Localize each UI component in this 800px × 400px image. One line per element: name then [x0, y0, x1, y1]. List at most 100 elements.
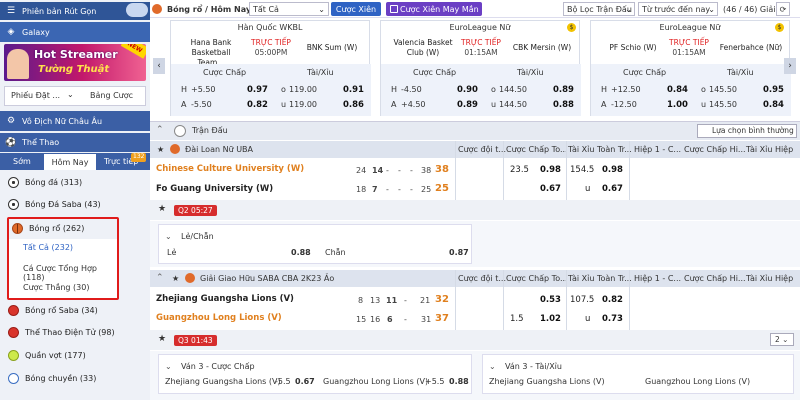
- chevron-down-icon[interactable]: ⌄: [489, 362, 496, 371]
- odd-value[interactable]: 0.90: [457, 85, 478, 95]
- match-card[interactable]: EuroLeague Nữ $ PF Schio (W) TRỰC TIẾP 0…: [590, 20, 791, 116]
- highlight-box: [7, 217, 119, 300]
- galaxy-bar[interactable]: ◈ Galaxy: [0, 22, 150, 42]
- section-header: ⌃ Trận Đấu Lựa chọn bình thường: [150, 121, 800, 140]
- handicap-market: ⌄ Ván 3 - Cược Chấp Zhejiang Guangsha Li…: [158, 354, 472, 394]
- basketball-icon: [8, 305, 19, 316]
- sports-label: Thể Thao: [22, 138, 60, 147]
- column-header: Cược Chấp Hi...: [684, 274, 746, 283]
- column-header: Cược Chấp To...: [506, 145, 568, 154]
- quarter-score: 14: [372, 166, 384, 175]
- handicap-line: 1.5: [510, 314, 524, 324]
- time-tabs: Sớm Hôm Nay Trực tiếp 132: [0, 153, 150, 170]
- odd-value[interactable]: 1.02: [540, 314, 561, 324]
- odd-value[interactable]: 0.91: [343, 85, 364, 95]
- odd-line: 144.50: [499, 85, 527, 94]
- odd-line: 119.00: [289, 100, 317, 109]
- card-odds: Cược Chấp Tài/Xỉu H -4.50 0.90 o 144.50 …: [381, 64, 581, 116]
- parlay-button[interactable]: Cược Xiên: [331, 2, 381, 16]
- odd-value[interactable]: 0.86: [343, 100, 364, 110]
- refresh-icon[interactable]: ⟳: [776, 2, 790, 16]
- sidebar-item-soccer-saba[interactable]: Bóng Đá Saba (43): [0, 194, 150, 215]
- column-divider: [503, 141, 504, 200]
- odd-value[interactable]: 0.82: [247, 100, 268, 110]
- new-badge: NEW: [120, 44, 146, 59]
- sidebar-item-soccer[interactable]: Bóng đá (313): [0, 172, 150, 193]
- chevron-right-icon[interactable]: ›: [784, 58, 796, 74]
- odd-value[interactable]: 0.67: [602, 184, 623, 194]
- star-icon[interactable]: ★: [157, 145, 164, 154]
- ball-toggle-icon[interactable]: [126, 3, 148, 17]
- odd-value[interactable]: 0.67: [540, 184, 561, 194]
- star-icon[interactable]: ★: [158, 204, 166, 214]
- market-filter-select[interactable]: Tất Cả ⌄: [249, 2, 329, 16]
- league-header[interactable]: ⌃ ★ Giải Giao Hữu SABA CBA 2K23 Ảo Cược …: [150, 270, 800, 287]
- lucky-parlay-button[interactable]: Cược Xiên May Mắn: [386, 2, 482, 16]
- order-select[interactable]: Từ trước đến nay ⌄: [638, 2, 718, 16]
- chevron-down-icon[interactable]: ⌄: [165, 232, 172, 241]
- odd-value[interactable]: 0.98: [540, 165, 561, 175]
- sidebar-item-esports[interactable]: Thể Thao Điện Tử (98): [0, 322, 150, 343]
- promo-label: Vô Địch Nữ Châu Âu: [22, 116, 103, 126]
- sidebar-item-basketball-saba[interactable]: Bóng rổ Saba (34): [0, 300, 150, 321]
- odd-value[interactable]: 0.88: [449, 377, 469, 386]
- card-away-team: Fenerbahce (Nữ): [719, 43, 783, 52]
- star-icon[interactable]: ★: [172, 274, 179, 283]
- odd-value[interactable]: 0.84: [667, 85, 688, 95]
- menu-icon: ☰: [6, 6, 16, 16]
- odd-line: 145.50: [709, 85, 737, 94]
- chevron-left-icon[interactable]: ‹: [153, 58, 165, 74]
- sports-header[interactable]: ⚽ Thể Thao: [0, 133, 150, 152]
- galaxy-icon: ◈: [7, 27, 15, 37]
- odd-value[interactable]: 0.97: [247, 85, 268, 95]
- collapse-icon[interactable]: ⌃: [156, 125, 164, 135]
- chevron-down-icon[interactable]: ⌄: [67, 90, 74, 99]
- odd-value[interactable]: 0.89: [457, 100, 478, 110]
- collapse-icon[interactable]: ⌃: [156, 273, 164, 283]
- tab-bet-slip[interactable]: Phiếu Đặt ...: [11, 91, 60, 100]
- star-icon[interactable]: ★: [158, 334, 166, 344]
- odd-value[interactable]: 0.89: [553, 85, 574, 95]
- odd-value[interactable]: 0.73: [602, 314, 623, 324]
- tab-bet-list[interactable]: Bảng Cược: [90, 91, 133, 100]
- odd-value[interactable]: 0.67: [295, 377, 315, 386]
- sidebar-item-tennis[interactable]: Quần vợt (177): [0, 345, 150, 366]
- sidebar-item-volleyball[interactable]: Bóng chuyền (33): [0, 368, 150, 389]
- odd-label: u: [281, 100, 287, 109]
- column-divider: [503, 270, 504, 330]
- odd-label: A: [601, 100, 607, 109]
- quarter-score: 8: [358, 296, 364, 305]
- match-card[interactable]: EuroLeague Nữ $ Valencia Basket Club (W)…: [380, 20, 581, 116]
- odd-value[interactable]: 0.88: [553, 100, 574, 110]
- league-filter-select[interactable]: Bộ Lọc Trận Đấu ⌄: [563, 2, 635, 16]
- quarter-timer: Q2 05:27: [174, 205, 217, 216]
- odd-label: Lẻ: [167, 248, 177, 257]
- bet-slip-tabs: Phiếu Đặt ... ⌄ Bảng Cược: [4, 86, 146, 106]
- promo-bar[interactable]: ⚙ Vô Địch Nữ Châu Âu: [0, 111, 150, 131]
- soccer-ball-icon: [8, 199, 19, 210]
- over-under-line: 107.5: [570, 295, 595, 305]
- odd-value[interactable]: 0.88: [291, 248, 311, 257]
- market-title: Lẻ/Chẵn: [181, 232, 214, 241]
- section-label: Trận Đấu: [192, 126, 228, 135]
- chevron-down-icon[interactable]: ⌄: [165, 362, 172, 371]
- match-card[interactable]: Hàn Quốc WKBL Hana Bank Basketball Team.…: [170, 20, 371, 116]
- odds-type-select[interactable]: Lựa chọn bình thường: [697, 124, 797, 138]
- odd-value[interactable]: 0.84: [763, 100, 784, 110]
- hot-streamer-banner[interactable]: Hot Streamer Tường Thuật NEW: [4, 44, 146, 81]
- esports-icon: [8, 327, 19, 338]
- handicap-line: -5.5: [275, 377, 291, 386]
- odd-value[interactable]: 0.95: [763, 85, 784, 95]
- league-header[interactable]: ★ Đài Loan Nữ UBA Cược đội t... Cược Chấ…: [150, 141, 800, 158]
- tab-today[interactable]: Hôm Nay: [44, 154, 96, 170]
- odd-value[interactable]: 0.87: [449, 248, 469, 257]
- odd-value[interactable]: 1.00: [667, 100, 688, 110]
- odd-value[interactable]: 0.53: [540, 295, 561, 305]
- total-score: 37: [435, 313, 449, 324]
- quarter-score: 18: [356, 185, 367, 194]
- page-select[interactable]: 2 ⌄: [770, 333, 794, 346]
- tab-early[interactable]: Sớm: [13, 157, 31, 166]
- odd-value[interactable]: 0.98: [602, 165, 623, 175]
- odd-value[interactable]: 0.82: [602, 295, 623, 305]
- odd-even-market: ⌄ Lẻ/Chẵn Lẻ 0.88 Chẵn 0.87: [158, 224, 472, 264]
